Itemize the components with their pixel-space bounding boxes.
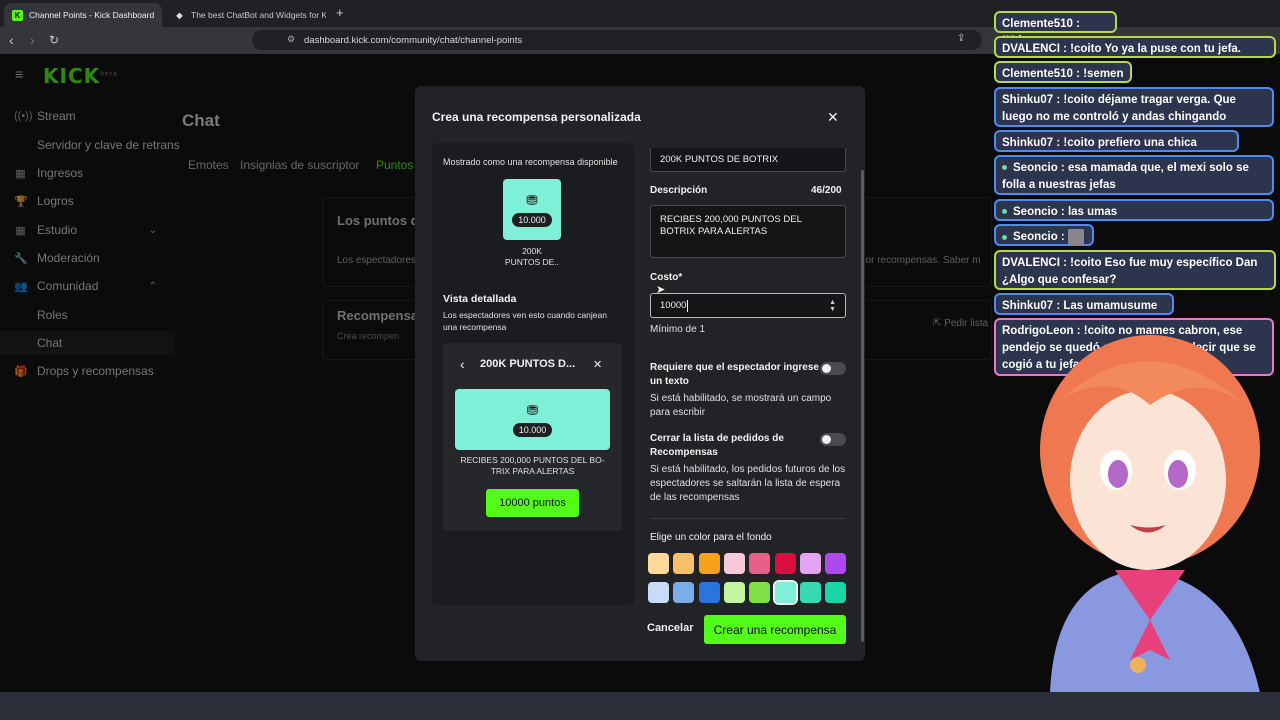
divider bbox=[650, 518, 846, 519]
cost-badge: 10.000 bbox=[512, 212, 552, 227]
chat-message: Clemente510 : !Kris bbox=[994, 11, 1117, 47]
chat-username: DVALENCI bbox=[1002, 43, 1060, 55]
detail-view-sub: Los espectadores ven esto cuando canjean… bbox=[443, 310, 607, 332]
color-swatch[interactable] bbox=[749, 582, 771, 603]
site-info-icon[interactable]: ⚙ bbox=[287, 34, 295, 45]
tab-title: Channel Points - Kick Dashboard bbox=[29, 10, 155, 20]
url-text: dashboard.kick.com/community/chat/channe… bbox=[304, 34, 523, 46]
color-swatch[interactable] bbox=[799, 582, 821, 603]
close-queue-toggle[interactable] bbox=[820, 433, 846, 446]
badge-icon bbox=[1002, 209, 1007, 215]
reward-tile-preview: ⛃ 10.000 bbox=[503, 179, 561, 240]
chat-message: Shinku07 : Las umamusume w bbox=[994, 293, 1174, 329]
color-swatch[interactable] bbox=[825, 553, 847, 574]
require-text-help: Si está habilitado, se mostrará un campo… bbox=[650, 393, 832, 418]
chat-text: !coito Yo ya la puse con tu jefa. bbox=[1070, 43, 1242, 55]
detail-reward-tile: ⛃ 10.000 bbox=[455, 389, 610, 450]
color-swatch[interactable] bbox=[673, 553, 695, 574]
chat-message: Clemente510 : !semen bbox=[994, 61, 1132, 83]
color-picker-label: Elige un color para el fondo bbox=[650, 532, 772, 543]
kick-favicon-icon: K bbox=[12, 9, 23, 21]
require-text-label: Requiere que el espectador ingrese un te… bbox=[650, 362, 819, 387]
reward-tile-name: 200K PUNTOS DE.. bbox=[504, 246, 560, 267]
browser-tab[interactable]: ◆ The best ChatBot and Widgets for Ki ✕ bbox=[166, 3, 326, 27]
description-label: Descripción bbox=[650, 185, 708, 196]
share-icon[interactable]: ⇪ bbox=[957, 33, 965, 44]
cost-label: Costo* bbox=[650, 272, 683, 283]
cost-value: 10000 bbox=[660, 300, 687, 311]
chat-username: Shinku07 bbox=[1002, 300, 1054, 312]
chat-message: Seoncio : las umas bbox=[994, 199, 1274, 221]
chat-message: Seoncio : esa mamada que, el mexi solo s… bbox=[994, 155, 1274, 195]
botrix-favicon-icon: ◆ bbox=[176, 10, 183, 20]
close-queue-label: Cerrar la lista de pedidos de Recompensa… bbox=[650, 433, 784, 458]
treasure-chest-icon: ⛃ bbox=[526, 191, 538, 208]
cost-badge: 10.000 bbox=[512, 422, 553, 437]
chat-username: Seoncio bbox=[1013, 231, 1058, 244]
color-swatch[interactable] bbox=[698, 553, 720, 574]
chat-username: Seoncio bbox=[1013, 206, 1058, 218]
badge-icon bbox=[1002, 165, 1007, 171]
chat-image-icon bbox=[1067, 229, 1084, 245]
url-field[interactable]: dashboard.kick.com/community/chat/channe… bbox=[252, 30, 982, 50]
description-value: RECIBES 200,000 PUNTOS DEL BOTRIX PARA A… bbox=[660, 214, 802, 237]
reward-name-field[interactable]: 200K PUNTOS DE BOTRIX bbox=[650, 148, 846, 172]
browser-tab-active[interactable]: K Channel Points - Kick Dashboard ✕ bbox=[4, 3, 162, 27]
chat-username: Shinku07 bbox=[1002, 137, 1054, 149]
chat-message: Seoncio : bbox=[994, 224, 1094, 246]
chat-username: Clemente510 bbox=[1002, 18, 1073, 30]
description-field[interactable]: RECIBES 200,000 PUNTOS DEL BOTRIX PARA A… bbox=[650, 205, 846, 258]
chat-text: !semen bbox=[1083, 68, 1124, 80]
chat-message: Shinku07 : !coito prefiero una chica yeg… bbox=[994, 130, 1239, 166]
reward-name-value: 200K PUNTOS DE BOTRIX bbox=[660, 154, 779, 165]
color-swatch[interactable] bbox=[749, 553, 771, 574]
chevron-left-icon: ‹ bbox=[460, 356, 465, 372]
detail-description: RECIBES 200,000 PUNTOS DEL BO-TRIX PARA … bbox=[460, 455, 605, 476]
close-queue-help: Si está habilitado, los pedidos futuros … bbox=[650, 464, 846, 503]
chat-message: DVALENCI : !coito Eso fue muy específico… bbox=[994, 250, 1276, 290]
color-swatch[interactable] bbox=[698, 582, 720, 603]
description-counter: 46/200 bbox=[811, 185, 842, 196]
color-swatch[interactable] bbox=[648, 582, 669, 603]
stepper-icon[interactable]: ▲ ▼ bbox=[829, 299, 836, 313]
color-swatch[interactable] bbox=[648, 553, 669, 574]
back-icon[interactable]: ‹ bbox=[9, 32, 14, 48]
tab-title: The best ChatBot and Widgets for Ki bbox=[191, 10, 326, 20]
treasure-chest-icon: ⛃ bbox=[526, 401, 539, 418]
forward-icon[interactable]: › bbox=[30, 32, 35, 48]
chat-username: DVALENCI bbox=[1002, 257, 1060, 269]
detail-view-title: Vista detallada bbox=[443, 293, 517, 305]
new-tab-icon[interactable]: + bbox=[336, 5, 344, 20]
close-icon[interactable]: ✕ bbox=[827, 109, 839, 126]
require-text-toggle[interactable] bbox=[820, 362, 846, 375]
badge-icon bbox=[1002, 234, 1007, 240]
chat-text: las umas bbox=[1067, 206, 1118, 218]
color-swatch[interactable] bbox=[799, 553, 821, 574]
color-swatch[interactable] bbox=[774, 553, 796, 574]
color-swatch[interactable] bbox=[673, 582, 695, 603]
modal-title: Crea una recompensa personalizada bbox=[432, 110, 641, 124]
color-swatch[interactable] bbox=[723, 553, 745, 574]
preview-shown-as: Mostrado como una recompensa disponible bbox=[443, 157, 618, 167]
close-tab-icon[interactable]: ✕ bbox=[160, 10, 162, 21]
color-swatch[interactable] bbox=[772, 580, 798, 605]
cost-field[interactable]: 10000 ▲ ▼ bbox=[650, 293, 846, 318]
detail-card-title: 200K PUNTOS D... bbox=[480, 358, 576, 370]
game-strip bbox=[0, 692, 1280, 720]
create-reward-button[interactable]: Crear una recompensa bbox=[704, 615, 846, 644]
chat-username: Shinku07 bbox=[1002, 94, 1054, 106]
cancel-button[interactable]: Cancelar bbox=[647, 622, 693, 634]
modal-scrollbar[interactable] bbox=[861, 170, 864, 642]
reload-icon[interactable]: ↻ bbox=[49, 33, 59, 47]
chat-username: Clemente510 bbox=[1002, 68, 1073, 80]
color-swatch[interactable] bbox=[723, 582, 745, 603]
chat-message: DVALENCI : !coito Yo ya la puse con tu j… bbox=[994, 36, 1276, 58]
color-swatch[interactable] bbox=[825, 582, 847, 603]
vtuber-avatar bbox=[1040, 335, 1265, 720]
detail-close-icon: ✕ bbox=[593, 359, 603, 371]
chat-message: Shinku07 : !coito déjame tragar verga. Q… bbox=[994, 87, 1274, 127]
redeem-button-preview: 10000 puntos bbox=[486, 489, 579, 517]
chat-username: Seoncio bbox=[1013, 162, 1058, 174]
cost-minimum: Mínimo de 1 bbox=[650, 324, 706, 335]
